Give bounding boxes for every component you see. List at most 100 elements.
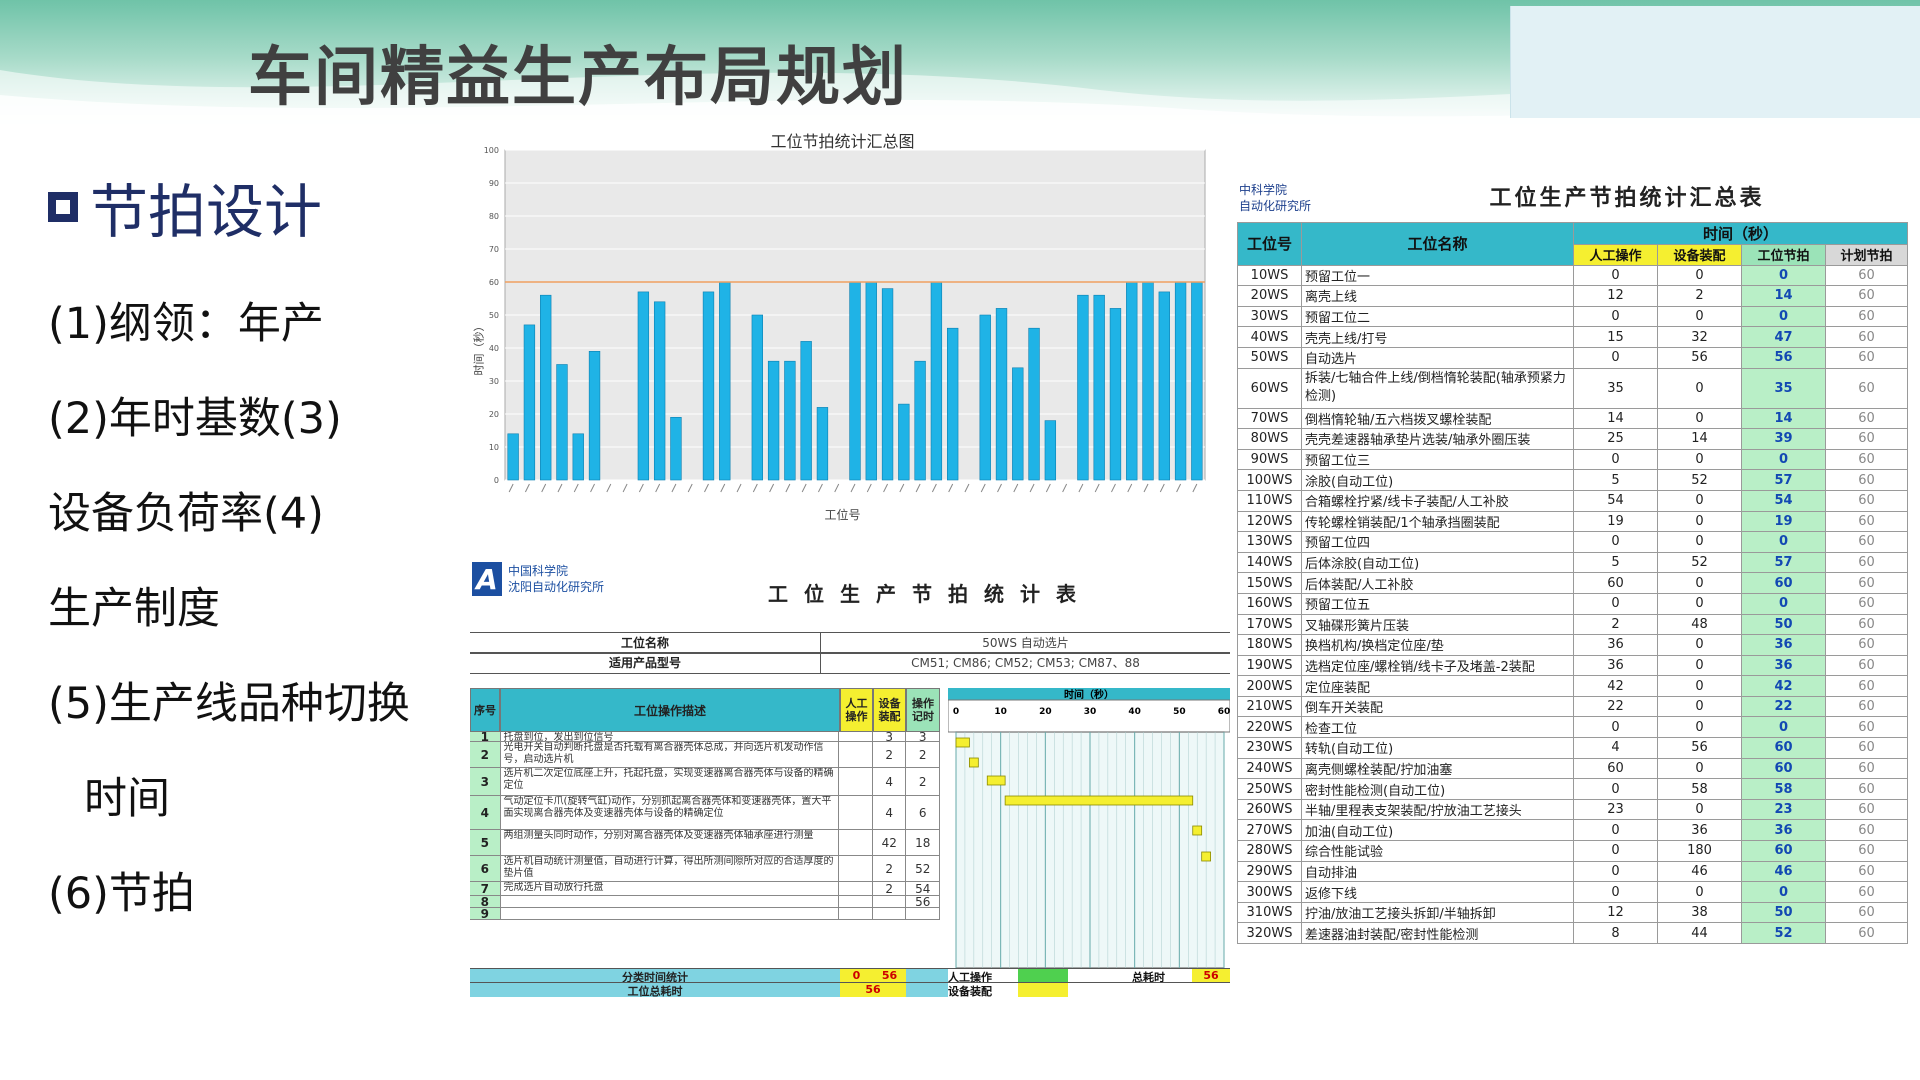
x-tick-mark [622,483,628,493]
header-station: 工位号 [1237,222,1302,266]
station-value: 50WS 自动选片 [982,636,1069,650]
bar [1174,281,1187,481]
name-cell: 差速器油封装配/密封性能检测 [1301,922,1574,944]
left-text-column: 节拍设计 (1)纲领：年产 (2)年时基数(3) 设备负荷率(4) 生产制度 (… [48,165,428,942]
x-tick-mark [899,483,905,493]
bar [1044,420,1057,481]
table-row: 130WS 预留工位四 0 0 0 60 [1237,531,1909,553]
institute-logo-icon: A [472,562,502,596]
bar [523,324,536,481]
table-row: 210WS 倒车开关装配 22 0 22 60 [1237,695,1909,718]
equip-cell: 0 [1657,448,1742,471]
equip-cell: 0 [1657,592,1742,615]
cycle-cell: 56 [1741,346,1826,369]
manual-cell [839,732,873,741]
x-tick-mark [590,483,595,493]
name-cell: 综合性能试验 [1301,840,1574,862]
text-item-2: (2)年时基数(3) [48,394,342,444]
header-equip: 设备装配 [1657,244,1742,266]
plan-cell: 60 [1824,819,1909,842]
equip-cell: 0 [1657,510,1742,533]
gantt-bar [986,775,1006,786]
plan-cell: 60 [1824,798,1909,821]
detail-operations: 序号 工位操作描述 人工操作 设备装配 操作记时 1 托盘到位，发出到位信号 3 3 2… [470,680,940,992]
seq-cell: 4 [470,796,501,829]
x-tick-mark [997,483,1002,493]
x-tick-mark [1192,483,1198,493]
gantt-bar [968,757,979,768]
manual-cell: 35 [1573,367,1658,409]
name-cell: 定位座装配 [1301,675,1574,697]
gantt-bar [955,737,970,748]
product-value: CM51; CM86; CM52; CM53; CM87、88 [911,656,1140,670]
foot-category-row: 分类时间统计 0 56 人工操作 总耗时 56 [470,968,1230,984]
plan-cell: 60 [1824,592,1909,615]
x-tick-mark [687,483,693,493]
equip-cell: 0 [1657,695,1742,718]
plan-cell: 60 [1824,407,1909,430]
manual-cell: 42 [1573,675,1658,697]
name-cell: 检查工位 [1301,716,1574,739]
bar [898,403,910,481]
equip-cell: 36 [1657,819,1742,842]
station-cell: 300WS [1237,881,1302,903]
legend-manual: 人工操作 [948,969,1018,984]
x-tick-mark [557,483,563,493]
desc-cell: 选片机二次定位底座上升，托起托盘，实现变速器离合器壳体与设备的精确定位 [501,768,840,795]
station-cell: 100WS [1237,469,1302,491]
station-info-row: 工位名称 50WS 自动选片 [470,632,1230,654]
gantt-bar [1201,851,1212,862]
foot-total-row: 工位总耗时 56 设备装配 [470,982,1230,998]
bar [653,301,666,481]
bar [930,281,943,481]
x-tick-mark [541,483,547,493]
record-cell: 2 [906,742,940,767]
x-tick-mark [785,483,791,493]
time-tick-label: 30 [1084,707,1097,717]
equip-cell: 14 [1657,428,1742,450]
cycle-cell: 0 [1741,531,1826,553]
manual-cell: 36 [1573,634,1658,656]
equip-cell: 0 [1657,716,1742,739]
cycle-cell: 54 [1741,489,1826,512]
bar [947,327,959,481]
bar [588,351,601,481]
x-tick-mark [1045,483,1051,493]
station-cell: 10WS [1237,264,1302,287]
plan-cell: 60 [1824,840,1909,862]
x-tick-mark [524,483,530,493]
header-name: 工位名称 [1301,222,1574,266]
name-cell: 倒档惰轮轴/五六档拨叉螺栓装配 [1301,407,1574,430]
legend-manual-swatch [1018,969,1068,983]
record-cell [906,908,940,919]
station-cell: 310WS [1237,901,1302,924]
text-item-7: (6)节拍 [48,869,195,919]
section-heading-text: 节拍设计 [90,178,323,246]
manual-cell: 4 [1573,737,1658,759]
record-cell: 2 [906,768,940,795]
col-equip-header: 设备装配 [873,688,906,732]
table-row: 280WS 综合性能试验 0 180 60 60 [1237,840,1909,862]
station-cell: 230WS [1237,737,1302,759]
x-tick-mark [964,483,970,493]
seq-cell: 5 [470,830,501,855]
bar [816,407,829,481]
plan-cell: 60 [1824,264,1909,287]
name-cell: 加油(自动工位) [1301,819,1574,842]
station-cell: 60WS [1237,367,1302,409]
name-cell: 自动选片 [1301,346,1574,369]
header-side-box [1510,6,1920,118]
plan-cell: 60 [1824,428,1909,450]
plan-cell: 60 [1824,860,1909,883]
manual-cell: 5 [1573,469,1658,491]
bar [914,360,926,481]
manual-cell [839,796,873,829]
bar [881,288,894,481]
bar [979,314,991,481]
table-row: 180WS 换档机构/换档定位座/垫 36 0 36 60 [1237,634,1909,656]
detail-grid: 序号 工位操作描述 人工操作 设备装配 操作记时 1 托盘到位，发出到位信号 3 3 2… [470,680,1230,992]
text-item-6: 时间 [84,774,170,824]
name-cell: 壳壳上线/打号 [1301,326,1574,348]
summary-title: 工位生产节拍统计汇总表 [1489,186,1765,211]
equip-cell: 0 [1657,407,1742,430]
